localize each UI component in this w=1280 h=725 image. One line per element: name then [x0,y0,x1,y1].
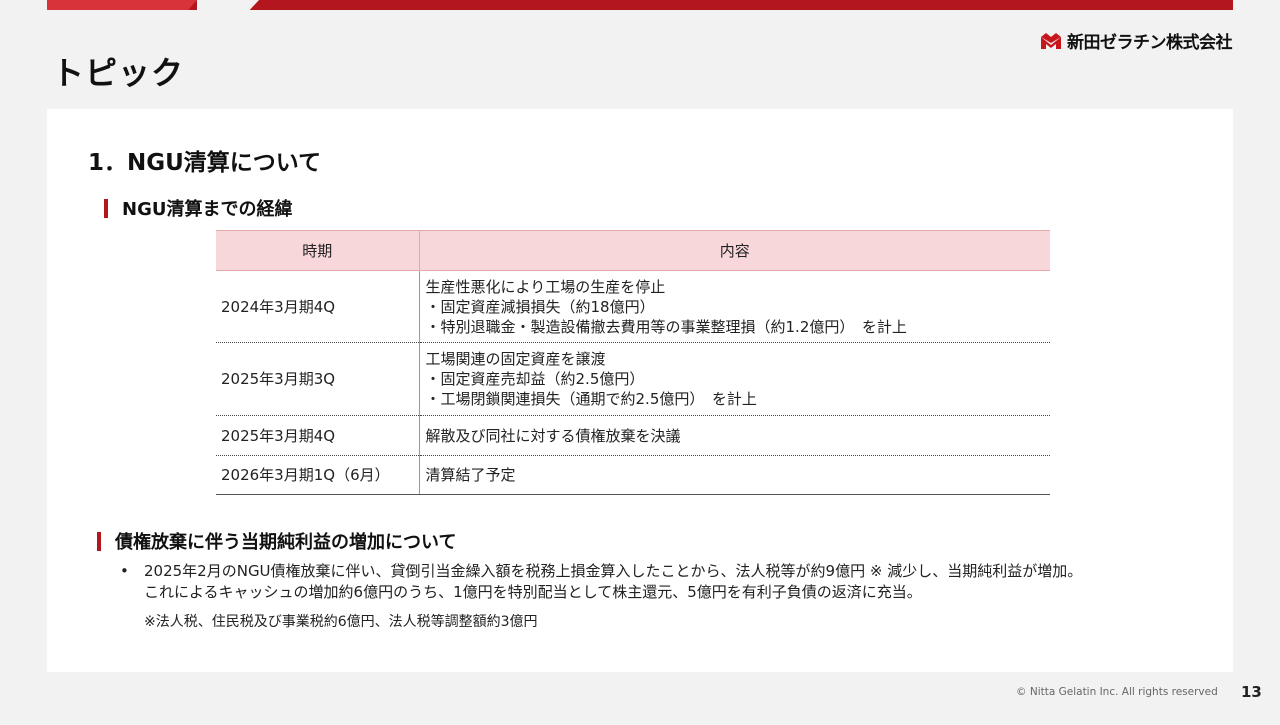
top-accent-bar [47,0,1233,10]
content-line: ・特別退職金・製造設備撤去費用等の事業整理損（約1.2億円） を計上 [425,317,907,336]
page-number: 13 [1241,683,1262,701]
content-line: 工場関連の固定資産を譲渡 [425,350,606,368]
history-table: 時期 内容 2024年3月期4Q 生産性悪化により工場の生産を停止 ・固定資産減… [216,230,1050,495]
content-line: ・工場閉鎖関連損失（通期で約2.5億円） を計上 [425,390,757,408]
logo-mark-icon [1039,31,1063,51]
footnote: ※法人税、住民税及び事業税約6億円、法人税等調整額約3億円 [144,614,538,630]
page-title: トピック [52,54,185,92]
bullet-line: これによるキャッシュの増加約6億円のうち、1億円を特別配当として株主還元、5億円… [144,583,922,601]
bullet-line: 2025年2月のNGU債権放棄に伴い、貸倒引当金繰入額を税務上損金算入したことか… [144,562,1083,580]
heading-marker [97,531,101,551]
content-line: ・固定資産売却益（約2.5億円） [425,370,645,388]
period-cell: 2026年3月期1Q（6月） [216,455,420,495]
table-row: 2025年3月期4Q 解散及び同社に対する債権放棄を決議 [216,415,1050,456]
content-cell: 工場関連の固定資産を譲渡 ・固定資産売却益（約2.5億円） ・工場閉鎖関連損失（… [419,342,1050,416]
content-line: 清算結了予定 [425,466,516,484]
heading-marker [104,198,108,218]
content-line: ・固定資産減損損失（約18億円） [425,297,655,316]
content-cell: 清算結了予定 [419,455,1050,495]
bullet-text: 2025年2月のNGU債権放棄に伴い、貸倒引当金繰入額を税務上損金算入したことか… [144,561,1082,603]
copyright: © Nitta Gelatin Inc. All rights reserved [1016,686,1218,698]
content-cell: 生産性悪化により工場の生産を停止 ・固定資産減損損失（約18億円） ・特別退職金… [419,270,1050,343]
table-row: 2025年3月期3Q 工場関連の固定資産を譲渡 ・固定資産売却益（約2.5億円）… [216,342,1050,416]
period-cell: 2025年3月期3Q [216,342,420,416]
profit-heading: 債権放棄に伴う当期純利益の増加について [97,528,456,554]
table-row: 2024年3月期4Q 生産性悪化により工場の生産を停止 ・固定資産減損損失（約1… [216,270,1050,343]
table-row: 2026年3月期1Q（6月） 清算結了予定 [216,455,1050,495]
content-line: 解散及び同社に対する債権放棄を決議 [425,426,681,445]
column-header-content: 内容 [419,230,1050,271]
bullet-mark: • [120,562,129,580]
period-cell: 2024年3月期4Q [216,270,420,343]
company-logo: 新田ゼラチン株式会社 [1039,28,1233,53]
history-heading-text: NGU清算までの経緯 [122,199,293,220]
period-cell: 2025年3月期4Q [216,415,420,456]
content-cell: 解散及び同社に対する債権放棄を決議 [419,415,1050,456]
history-heading: NGU清算までの経緯 [104,195,292,221]
content-line: 生産性悪化により工場の生産を停止 [425,277,666,296]
profit-heading-text: 債権放棄に伴う当期純利益の増加について [115,532,457,553]
section-title: 1．NGU清算について [88,150,322,176]
logo-text: 新田ゼラチン株式会社 [1067,33,1233,53]
column-header-period: 時期 [216,230,420,271]
table-header-row: 時期 内容 [216,230,1050,271]
